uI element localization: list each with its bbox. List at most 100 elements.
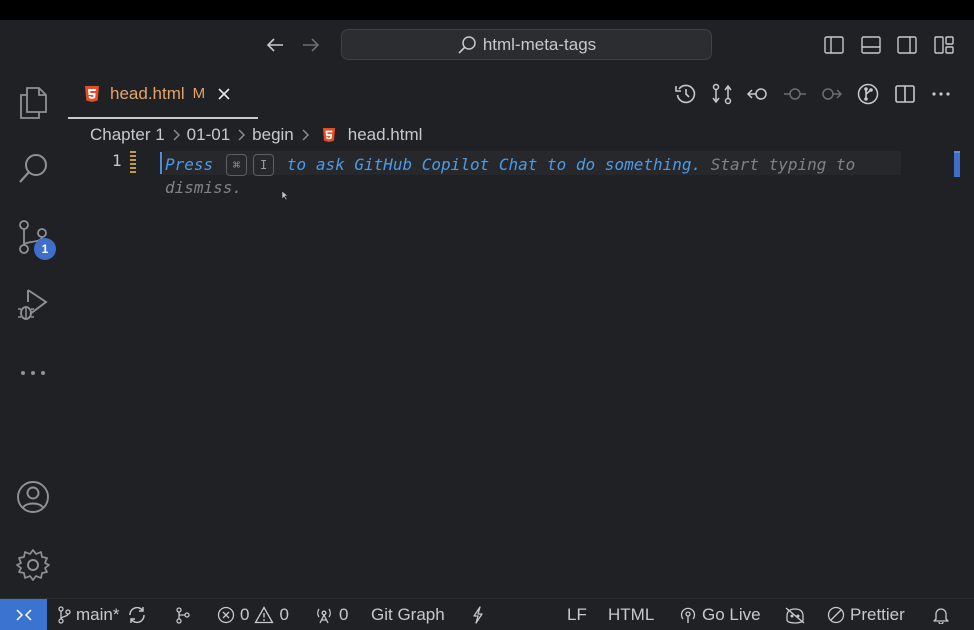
activity-search[interactable] — [16, 152, 50, 186]
eol-label: LF — [567, 604, 587, 624]
language-mode-status[interactable]: HTML — [608, 599, 654, 630]
search-icon — [19, 154, 47, 183]
ellipsis-icon — [21, 371, 45, 375]
html5-icon — [322, 128, 335, 142]
activity-run-debug[interactable] — [16, 288, 50, 322]
html5-icon — [85, 85, 99, 102]
git-fetch-icon — [176, 606, 190, 624]
breadcrumb-item[interactable]: head.html — [348, 125, 423, 145]
lightning-icon — [473, 605, 483, 624]
layout-panel-icon — [861, 36, 881, 54]
hint-dismiss-continued: dismiss. — [165, 178, 243, 197]
line-number: 1 — [112, 151, 122, 170]
status-bar: main* 0 0 0 Git Graph LF HTML Go Live Pr… — [0, 598, 974, 630]
copilot-status[interactable] — [784, 599, 806, 630]
code-editor[interactable] — [66, 148, 974, 598]
customize-layout-button[interactable] — [933, 34, 955, 56]
git-branch-status[interactable]: main* — [57, 599, 147, 630]
remote-indicator[interactable] — [0, 599, 47, 630]
git-graph-label: Git Graph — [371, 604, 445, 624]
git-graph-status[interactable]: Git Graph — [371, 599, 445, 630]
activity-accounts[interactable] — [16, 480, 50, 514]
timeline-button[interactable] — [674, 82, 698, 106]
breadcrumb: Chapter 1 01-01 begin head.html — [90, 124, 422, 146]
prettier-disabled-icon — [827, 606, 845, 623]
branch-name: main* — [76, 604, 120, 624]
language-label: HTML — [608, 604, 655, 624]
git-compare-icon — [712, 83, 732, 105]
git-graph-status-icon[interactable] — [174, 599, 192, 630]
previous-change-button[interactable] — [746, 82, 770, 106]
activity-explorer[interactable] — [16, 86, 50, 120]
ports-count: 0 — [339, 604, 349, 624]
git-graph-icon — [857, 83, 879, 105]
go-to-previous-change-icon — [746, 88, 767, 100]
more-actions-button[interactable] — [929, 82, 953, 106]
error-count: 0 — [240, 604, 250, 624]
git-branch-icon — [58, 605, 71, 624]
layout-sidebar-left-icon — [824, 36, 844, 54]
arrow-right-icon — [303, 38, 320, 52]
next-change-button[interactable] — [819, 82, 843, 106]
mouse-pointer-icon — [281, 190, 289, 201]
split-editor-button[interactable] — [893, 82, 917, 106]
broadcast-icon — [680, 607, 696, 623]
toggle-panel-button[interactable] — [860, 34, 882, 56]
activity-manage[interactable] — [16, 548, 50, 582]
breadcrumb-item[interactable]: 01-01 — [187, 125, 230, 145]
notifications-status[interactable] — [932, 599, 950, 630]
minimap-slider[interactable] — [954, 151, 960, 177]
keybinding-i: I — [253, 154, 275, 176]
ellipsis-icon — [932, 92, 950, 96]
hint-press: Press — [165, 155, 214, 174]
breadcrumb-item[interactable]: Chapter 1 — [90, 125, 165, 145]
open-changes-button[interactable] — [710, 82, 734, 106]
go-live-status[interactable]: Go Live — [679, 599, 761, 630]
git-graph-view-button[interactable] — [856, 82, 880, 106]
toggle-primary-sidebar-button[interactable] — [823, 34, 845, 56]
split-editor-icon — [895, 85, 915, 103]
toggle-secondary-sidebar-button[interactable] — [896, 34, 918, 56]
files-icon — [20, 87, 47, 119]
command-center-search[interactable]: html-meta-tags — [341, 29, 712, 60]
tab-label: head.html — [110, 83, 185, 103]
warning-icon — [254, 605, 275, 623]
go-back-button[interactable] — [264, 34, 286, 56]
go-forward-button[interactable] — [300, 34, 322, 56]
tab-modified-indicator: M — [192, 85, 206, 102]
radio-tower-icon — [317, 608, 331, 623]
chevron-right-icon — [302, 129, 309, 141]
go-to-next-change-icon — [822, 88, 843, 100]
run-debug-icon — [18, 289, 48, 320]
layout-customize-icon — [934, 36, 954, 54]
copilot-hint: Press ⌘ I to ask GitHub Copilot Chat to d… — [165, 152, 855, 178]
gear-icon — [16, 549, 50, 581]
bell-icon — [933, 607, 949, 624]
tab-head-html[interactable]: head.html M — [68, 70, 258, 119]
command-center-text: html-meta-tags — [482, 34, 597, 54]
breadcrumb-item[interactable]: begin — [252, 125, 294, 145]
source-control-badge: 1 — [34, 238, 56, 260]
activity-more[interactable] — [16, 356, 50, 390]
hint-dismiss: Start typing to — [710, 155, 856, 174]
chevron-right-icon — [238, 129, 246, 141]
account-icon — [17, 481, 49, 513]
keybinding-cmd: ⌘ — [225, 154, 248, 176]
end-of-line-status[interactable]: LF — [567, 599, 587, 630]
gutter-modified-indicator — [130, 151, 136, 174]
remote-icon — [15, 608, 32, 621]
text-cursor — [160, 152, 162, 174]
lightning-status[interactable] — [471, 599, 485, 630]
close-icon[interactable] — [217, 87, 231, 101]
hint-main: to ask GitHub Copilot Chat to do somethi… — [286, 155, 702, 174]
layout-sidebar-right-icon — [897, 36, 917, 54]
ports-status[interactable]: 0 — [314, 599, 348, 630]
activity-bar — [0, 70, 66, 598]
history-icon — [675, 84, 696, 104]
problems-status[interactable]: 0 0 — [217, 599, 289, 630]
sync-icon[interactable] — [127, 606, 147, 624]
go-live-label: Go Live — [702, 604, 761, 624]
prettier-status[interactable]: Prettier — [827, 599, 905, 630]
chevron-right-icon — [173, 129, 180, 141]
git-commit-button[interactable] — [783, 82, 807, 106]
